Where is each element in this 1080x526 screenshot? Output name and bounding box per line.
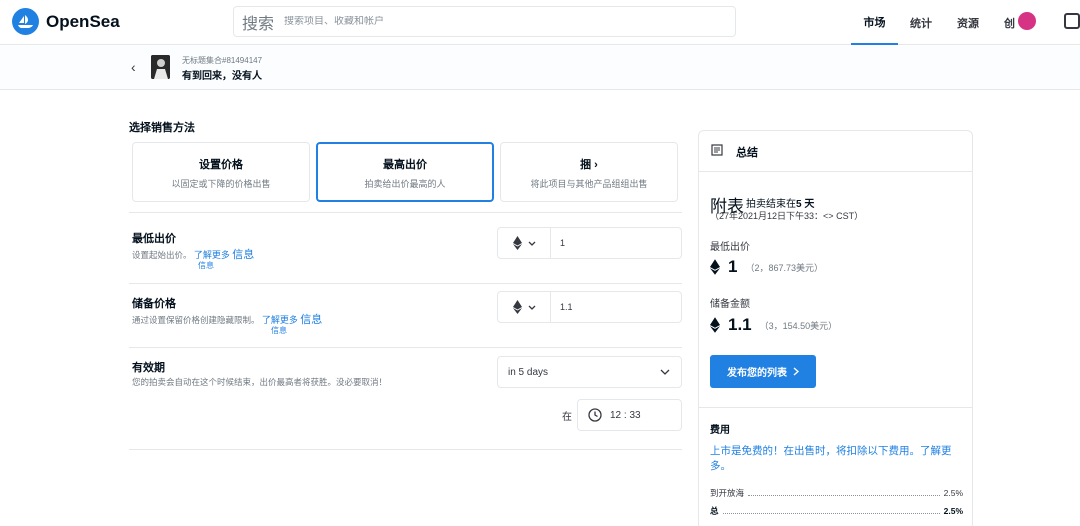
top-navbar: OpenSea 搜索 市场 统计 资源 创 <box>0 0 1080 45</box>
currency-select[interactable] <box>498 292 551 322</box>
min-bid-summary-label: 最低出价 <box>710 242 750 253</box>
chevron-down-icon <box>660 369 670 375</box>
clock-icon <box>588 408 602 422</box>
search-label: 搜索 <box>242 15 275 33</box>
info-link[interactable]: 信息 <box>232 249 254 261</box>
expiration-desc: 您的拍卖会自动在这个时候结束，出价最高者将获胜。没必要取消！ <box>132 377 388 387</box>
profile-avatar[interactable] <box>1018 12 1036 30</box>
fee-row-total: 总 2.5% <box>710 506 963 516</box>
divider <box>129 283 682 284</box>
ethereum-icon <box>512 300 522 314</box>
divider <box>129 347 682 348</box>
opensea-logo-icon <box>12 8 39 35</box>
listing-date: （27年2021月12日下午33：<> CST） <box>710 211 864 221</box>
learn-more-link[interactable]: 了解更多 <box>194 250 230 260</box>
reserve-price-input[interactable]: 1.1 <box>551 292 573 322</box>
chevron-down-icon <box>528 241 535 246</box>
at-label: 在 <box>562 412 572 423</box>
back-chevron-icon[interactable]: ‹ <box>131 59 136 75</box>
summary-panel: 总结 附表 拍卖结束在5 天 （27年2021月12日下午33：<> CST） … <box>698 130 973 526</box>
ethereum-icon <box>710 259 720 275</box>
ethereum-icon <box>710 317 720 333</box>
fees-title: 费用 <box>710 425 730 436</box>
chevron-right-icon <box>793 367 799 376</box>
summary-title: 总结 <box>736 147 758 159</box>
fee-row-opensea: 到开放海 2.5% <box>710 488 963 498</box>
min-bid-desc: 设置起始出价。 了解更多 信息 <box>132 249 255 261</box>
chevron-down-icon <box>528 305 535 310</box>
learn-more-link[interactable]: 了解更多 <box>262 315 298 325</box>
reserve-summary-amount: 1.1 （3，154.50美元） <box>710 315 837 335</box>
currency-select[interactable] <box>498 228 551 258</box>
divider <box>129 212 682 213</box>
fees-text: 上市是免费的！在出售时，将扣除以下费用。了解更多。 <box>710 445 952 472</box>
search-bar[interactable]: 搜索 <box>233 6 736 37</box>
listing-note: 拍卖结束在5 天 <box>746 199 815 210</box>
nav-stats[interactable]: 统计 <box>910 0 932 45</box>
expiration-select[interactable]: in 5 days <box>497 356 682 388</box>
min-bid-input-group: 1 <box>497 227 682 259</box>
min-bid-title: 最低出价 <box>132 233 176 245</box>
reserve-price-desc: 通过设置保留价格创建隐藏限制。 了解更多 信息 <box>132 314 323 326</box>
info-link[interactable]: 信息 <box>300 314 322 326</box>
collection-name[interactable]: 无标题集合#81494147 <box>182 55 262 66</box>
reserve-price-title: 储备价格 <box>132 298 176 310</box>
time-input[interactable]: 12 : 33 <box>577 399 682 431</box>
min-bid-summary-amount: 1 （2，867.73美元） <box>710 257 823 277</box>
expiration-title: 有效期 <box>132 362 165 374</box>
wallet-icon[interactable] <box>1064 13 1080 29</box>
method-highest-bid[interactable]: 最高出价 拍卖给出价最高的人 <box>316 142 494 202</box>
brand-name: OpenSea <box>46 11 120 31</box>
nav-marketplace[interactable]: 市场 <box>851 0 898 45</box>
sell-method-title: 选择销售方法 <box>129 122 195 134</box>
divider <box>699 407 972 408</box>
min-bid-input[interactable]: 1 <box>551 228 565 258</box>
info-sub-label: 信息 <box>271 326 287 335</box>
method-fixed-price[interactable]: 设置价格 以固定或下降的价格出售 <box>132 142 310 202</box>
ethereum-icon <box>512 236 522 250</box>
post-listing-button[interactable]: 发布您的列表 <box>710 355 816 388</box>
reserve-price-input-group: 1.1 <box>497 291 682 323</box>
nav-create[interactable]: 创 <box>1004 0 1015 45</box>
nav-resources[interactable]: 资源 <box>957 0 979 45</box>
search-input[interactable] <box>284 16 685 27</box>
item-name: 有到回来，没有人 <box>182 71 262 82</box>
item-subbar: ‹ 无标题集合#81494147 有到回来，没有人 <box>0 46 1080 90</box>
item-thumbnail[interactable] <box>151 55 170 79</box>
info-sub-label: 信息 <box>198 261 214 270</box>
method-bundle[interactable]: 捆 › 将此项目与其他产品组组出售 <box>500 142 678 202</box>
divider <box>129 449 682 450</box>
divider <box>699 171 972 172</box>
opensea-logo[interactable]: OpenSea <box>12 8 120 35</box>
reserve-summary-label: 储备金额 <box>710 299 750 310</box>
list-icon <box>711 144 723 156</box>
